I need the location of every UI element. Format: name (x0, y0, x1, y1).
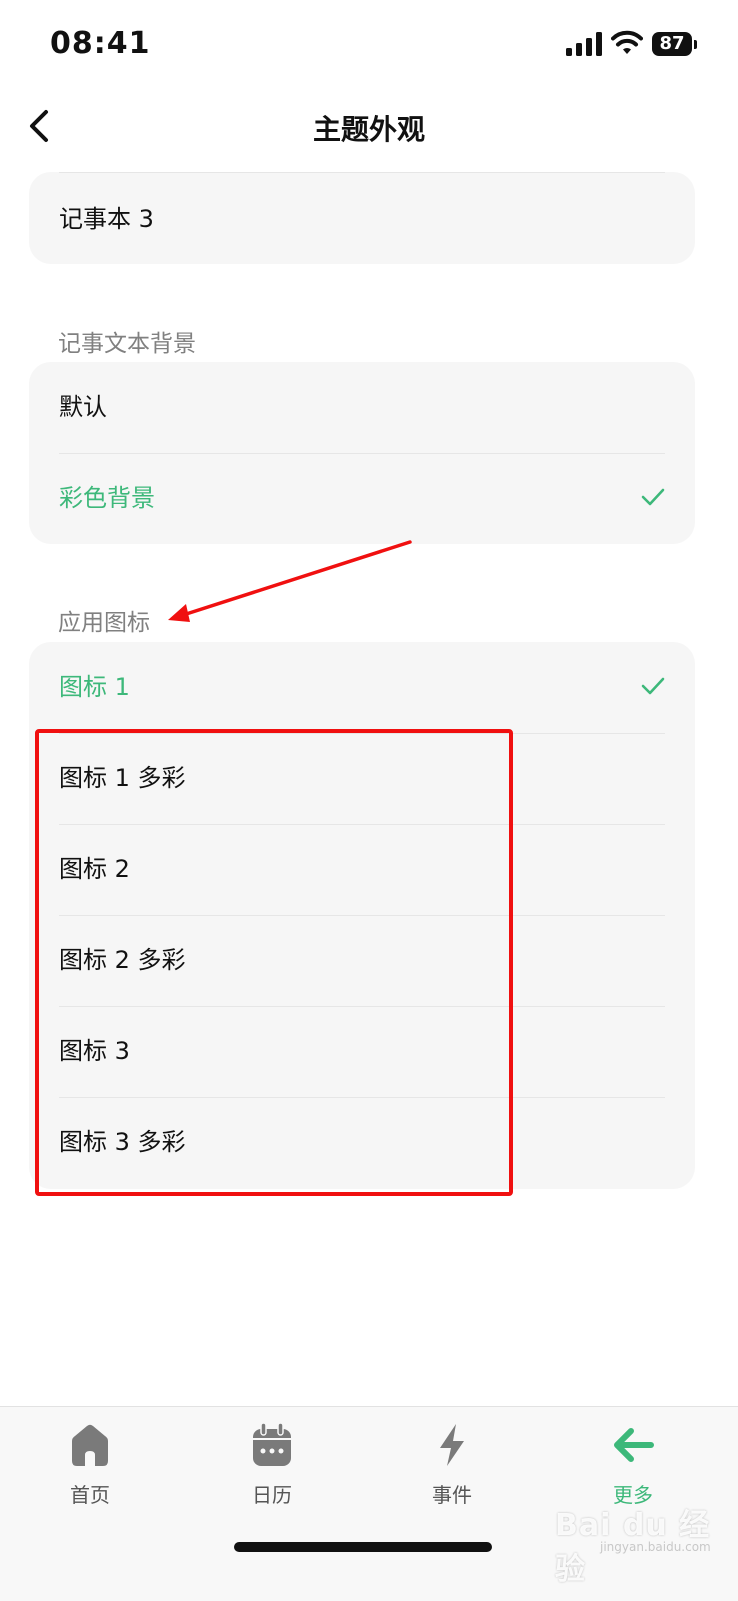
option-color-background[interactable]: 彩色背景 (29, 453, 695, 544)
tab-label: 首页 (70, 1483, 110, 1507)
calendar-icon (253, 1422, 291, 1466)
watermark-url: jingyan.baidu.com (600, 1540, 711, 1554)
cellular-signal-icon (566, 32, 602, 56)
option-label: 图标 1 (59, 673, 130, 701)
annotation-highlight-box (35, 729, 513, 1196)
option-notebook-3[interactable]: 记事本 3 (29, 172, 695, 264)
tab-home[interactable]: 首页 (20, 1421, 160, 1521)
page-title: 主题外观 (312, 113, 425, 146)
checkmark-icon (641, 488, 665, 506)
tab-calendar[interactable]: 日历 (202, 1421, 342, 1521)
notebook-style-card: 记事本 3 (29, 172, 695, 264)
option-label: 默认 (59, 393, 107, 421)
option-default-background[interactable]: 默认 (29, 362, 695, 453)
option-icon-1[interactable]: 图标 1 (29, 642, 695, 733)
battery-level: 87 (652, 32, 692, 56)
wifi-icon (611, 30, 643, 54)
tab-events[interactable]: 事件 (382, 1421, 522, 1521)
tab-label: 日历 (252, 1483, 292, 1507)
tab-label: 事件 (432, 1483, 472, 1507)
section-title-app-icon: 应用图标 (58, 610, 150, 636)
arrow-left-icon (614, 1428, 654, 1462)
option-label: 彩色背景 (59, 484, 155, 512)
annotation-arrow (168, 540, 412, 622)
option-label: 记事本 3 (59, 205, 154, 233)
status-bar: 08:41 87 (0, 0, 738, 90)
checkmark-icon (641, 677, 665, 695)
lightning-icon (440, 1424, 464, 1466)
battery-icon: 87 (652, 32, 698, 58)
home-icon (72, 1424, 108, 1466)
nav-bar: 主题外观 (0, 90, 738, 170)
section-title-text-background: 记事文本背景 (58, 331, 196, 357)
home-indicator[interactable] (234, 1542, 492, 1552)
text-background-card: 默认 彩色背景 (29, 362, 695, 544)
status-time: 08:41 (50, 26, 151, 61)
